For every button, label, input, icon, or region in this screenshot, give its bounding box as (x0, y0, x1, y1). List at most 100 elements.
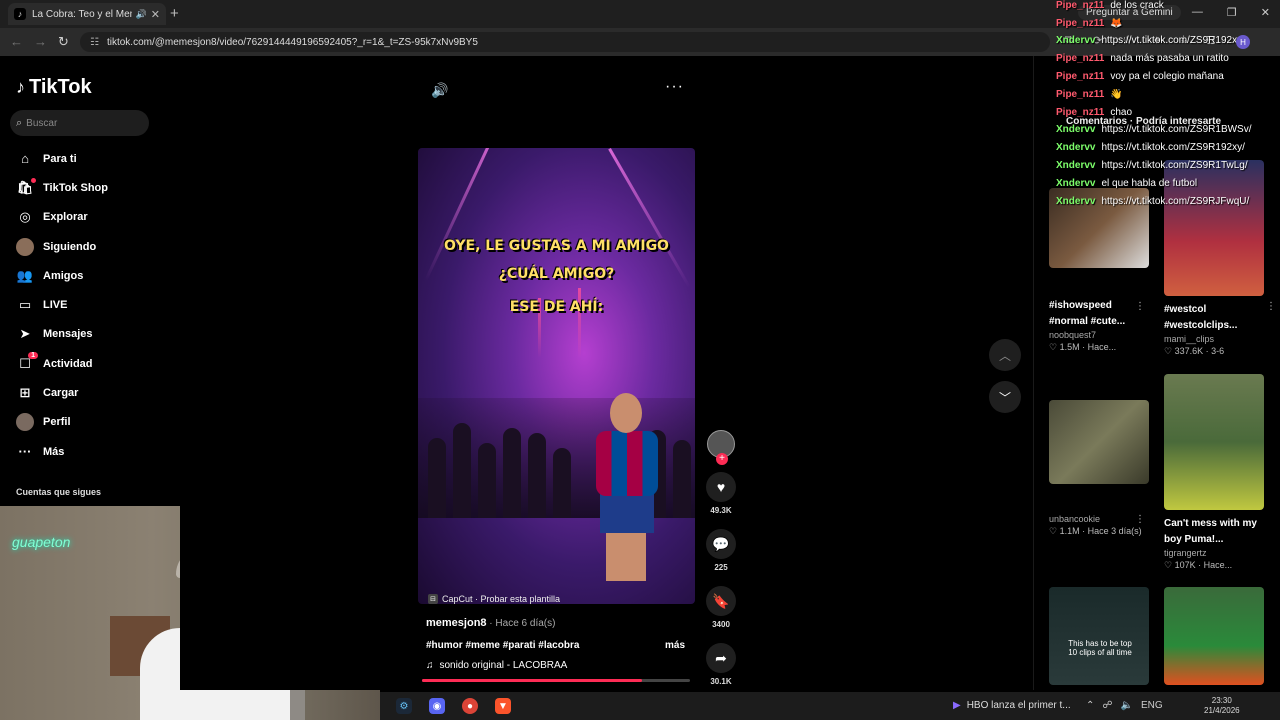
nav-item-amigos[interactable]: 👥 Amigos (16, 261, 108, 290)
new-tab-button[interactable]: + (170, 5, 179, 22)
video-progress-fill (422, 679, 642, 682)
related-card[interactable]: This has to be top 10 clips of all time (1049, 587, 1149, 685)
home-icon: ⌂ (21, 151, 29, 167)
volume-icon[interactable]: 🔊 (431, 82, 448, 99)
nav-item-mas[interactable]: ··· Más (16, 437, 108, 466)
related-card[interactable]: Can't mess with my boy Puma!... tigrange… (1164, 374, 1264, 571)
more-text-button[interactable]: más (665, 640, 685, 651)
video-sound[interactable]: ♫ sonido original - LACOBRAA (426, 660, 567, 671)
follow-plus-icon[interactable]: + (716, 453, 728, 465)
chat-username: Xndervv (1056, 142, 1096, 154)
speaker-icon[interactable]: 🔊 (136, 9, 147, 20)
action-bar: + ♥ 49.3K 💬 225 🔖 3400 ➦ 30.1K (705, 430, 737, 686)
kebab-icon[interactable]: ⋮ (1135, 301, 1145, 312)
related-title[interactable]: Can't mess with my boy Puma!... (1164, 516, 1264, 548)
related-thumbnail[interactable] (1164, 587, 1264, 685)
browser-tab[interactable]: ♪ La Cobra: Teo y el Meme de 🔊 ✕ (8, 3, 166, 25)
nav-item-para-ti[interactable]: ⌂ Para ti (16, 144, 108, 173)
related-thumbnail[interactable]: This has to be top 10 clips of all time (1049, 587, 1149, 685)
back-icon[interactable]: ← (10, 34, 23, 49)
related-card[interactable] (1164, 587, 1264, 685)
tiktok-logo[interactable]: ♪ TikTok (16, 76, 92, 99)
dancer (588, 383, 668, 593)
related-thumbnail[interactable] (1164, 374, 1264, 510)
related-stats: ♡ 1.1M · Hace 3 día(s) (1049, 526, 1142, 536)
chat-message: Pipe_nz11 nada más pasaba un ratito (1056, 53, 1280, 71)
url-bar[interactable]: ☷ tiktok.com/@memesjon8/video/7629144449… (80, 32, 1050, 52)
more-icon: ··· (18, 444, 32, 460)
related-title[interactable]: #ishowspeed #normal #cute... (1049, 298, 1149, 330)
nav-item-tiktok-shop[interactable]: 🛍 TikTok Shop (16, 173, 108, 202)
video-progress-bar[interactable] (422, 679, 690, 682)
chat-username: Pipe_nz11 (1056, 0, 1105, 11)
video-hashtags[interactable]: #humor #meme #parati #lacobra (426, 640, 579, 651)
url-text: tiktok.com/@memesjon8/video/762914444919… (106, 36, 478, 48)
related-card[interactable]: unbancookie ♡ 1.1M · Hace 3 día(s) ⋮ (1049, 400, 1149, 537)
close-tab-icon[interactable]: ✕ (151, 8, 160, 21)
capcut-template-link[interactable]: ⊟ CapCut · Probar esta plantilla (428, 594, 560, 604)
related-author[interactable]: mami__clips (1164, 334, 1264, 344)
forward-icon[interactable]: → (34, 34, 47, 49)
related-title[interactable]: #westcol #westcolclips... (1164, 302, 1264, 334)
site-info-icon[interactable]: ☷ (90, 37, 99, 48)
nav-item-explorar[interactable]: ◎ Explorar (16, 203, 108, 232)
chat-message: Xndervv https://vt.tiktok.com/ZS9R192xy/ (1056, 142, 1280, 160)
steam-icon[interactable]: ⚙ (396, 698, 412, 714)
previous-video-button[interactable]: ︿ (989, 339, 1021, 371)
nav-item-mensajes[interactable]: ➤ Mensajes (16, 320, 108, 349)
browser-profile-avatar[interactable]: H (1236, 35, 1250, 49)
chat-message: Pipe_nz11 voy pa el colegio mañana (1056, 71, 1280, 89)
related-thumbnail[interactable] (1049, 400, 1149, 484)
video-text-line-3: ESE DE AHÍ: (509, 299, 604, 315)
related-author[interactable]: unbancookie (1049, 514, 1149, 524)
save-button[interactable]: 🔖 3400 (705, 586, 737, 629)
share-button[interactable]: ➦ 30.1K (705, 643, 737, 686)
related-stats: ♡ 107K · Hace... (1164, 560, 1233, 570)
related-author[interactable]: noobquest7 (1049, 330, 1149, 340)
chat-text: de los crack (1110, 0, 1164, 11)
nav-item-cargar[interactable]: ⊞ Cargar (16, 378, 108, 407)
upload-icon: ⊞ (19, 385, 31, 401)
chat-username: Pipe_nz11 (1056, 106, 1105, 118)
like-button[interactable]: ♥ 49.3K (705, 472, 737, 515)
avatar-icon (16, 237, 34, 256)
chevron-up-icon[interactable]: ⌃ (1086, 700, 1094, 711)
video-player[interactable]: OYE, LE GUSTAS A MI AMIGO ¿CUÁL AMIGO? E… (418, 148, 695, 604)
language-indicator[interactable]: ENG (1141, 700, 1163, 711)
nav-item-siguiendo[interactable]: Siguiendo (16, 232, 108, 261)
kebab-icon[interactable]: ⋮ (1266, 301, 1276, 312)
discord-icon[interactable]: ◉ (429, 698, 445, 714)
news-widget[interactable]: ▶ HBO lanza el primer t... (953, 700, 1071, 711)
comment-button[interactable]: 💬 225 (705, 529, 737, 572)
activity-badge: 1 (28, 351, 38, 359)
next-video-button[interactable]: ﹀ (989, 381, 1021, 413)
capcut-icon: ⊟ (428, 594, 438, 604)
reload-icon[interactable]: ↻ (58, 34, 69, 50)
chat-text: https://vt.tiktok.com/ZS9R192xy/ (1101, 35, 1245, 47)
following-section-title: Cuentas que sigues (16, 487, 102, 497)
chat-message: Xndervv el que habla de futbol (1056, 178, 1280, 196)
chrome-icon[interactable]: ● (462, 698, 478, 714)
chat-text: https://vt.tiktok.com/ZS9R192xy/ (1101, 142, 1245, 154)
chat-text: voy pa el colegio mañana (1110, 70, 1224, 82)
system-clock[interactable]: 23:30 21/4/2026 (1204, 696, 1240, 716)
video-app-icon: ▶ (953, 700, 961, 711)
nav-item-actividad[interactable]: ☐ 1 Actividad (16, 349, 108, 378)
neon-sign: guapeton (12, 534, 71, 550)
more-options-icon[interactable]: ··· (665, 78, 684, 96)
kebab-icon[interactable]: ⋮ (1135, 514, 1145, 525)
search-input[interactable]: ⌕ Buscar (10, 110, 149, 136)
inbox-icon: ☐ 1 (16, 351, 38, 373)
brave-icon[interactable]: ▼ (495, 698, 511, 714)
nav-item-live[interactable]: ▭ LIVE (16, 290, 108, 319)
chat-username: Xndervv (1056, 177, 1096, 189)
video-author[interactable]: memesjon8 · Hace 6 día(s) (426, 617, 555, 629)
stream-chat-overlay: Pipe_nz11ya ruuunoPipe_nz11de los crackP… (1056, 0, 1280, 213)
tiktok-sidebar: ♪ TikTok ⌕ Buscar ⌂ Para ti 🛍 TikTok Shop … (0, 56, 180, 506)
creator-avatar[interactable]: + (707, 430, 735, 465)
nav-item-perfil[interactable]: Perfil (16, 408, 108, 437)
wifi-icon[interactable]: ☍ (1102, 700, 1112, 711)
speaker-icon[interactable]: 🔈 (1121, 700, 1133, 711)
friends-icon: 👥 (16, 267, 34, 283)
related-author[interactable]: tigrangertz (1164, 548, 1264, 558)
